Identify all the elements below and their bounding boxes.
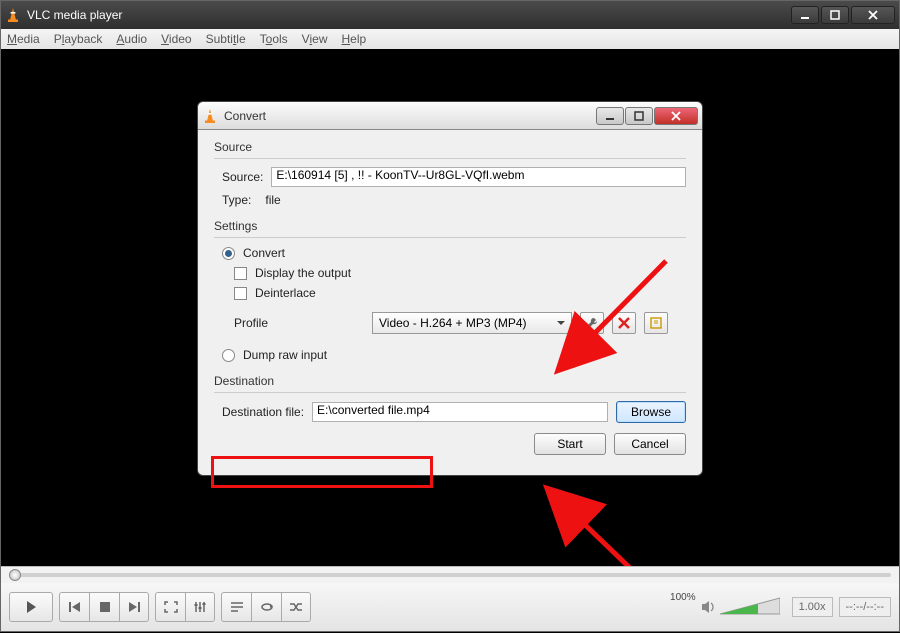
volume-percent: 100%: [670, 592, 696, 603]
play-button[interactable]: [9, 592, 53, 622]
profile-select[interactable]: Video - H.264 + MP3 (MP4): [372, 312, 572, 334]
browse-button[interactable]: Browse: [616, 401, 686, 423]
stop-button[interactable]: [89, 592, 119, 622]
playlist-icon: [230, 601, 244, 613]
source-field[interactable]: E:\160914 [5] , !! - KoonTV--Ur8GL-VQfI.…: [271, 167, 686, 187]
dialog-titlebar: Convert: [198, 102, 702, 130]
settings-group-label: Settings: [214, 219, 686, 233]
skip-forward-icon: [127, 601, 141, 613]
playback-bar: 100% 1.00x --:--/--:--: [1, 566, 899, 631]
dump-raw-label: Dump raw input: [243, 348, 327, 362]
shuffle-button[interactable]: [281, 592, 311, 622]
source-label: Source:: [222, 170, 263, 184]
convert-dialog: Convert Source Source: E:\160914 [5] , !…: [197, 101, 703, 476]
main-titlebar: VLC media player: [1, 1, 899, 29]
menu-help[interactable]: Help: [341, 32, 366, 46]
menu-subtitle[interactable]: Subtitle: [206, 32, 246, 46]
playback-speed[interactable]: 1.00x: [792, 597, 833, 617]
volume-slider[interactable]: [720, 596, 780, 618]
speaker-icon: [700, 599, 716, 615]
profile-edit-button[interactable]: [580, 312, 604, 334]
profile-delete-button[interactable]: [612, 312, 636, 334]
playlist-button[interactable]: [221, 592, 251, 622]
deinterlace-label: Deinterlace: [255, 286, 316, 300]
dialog-maximize-button[interactable]: [625, 107, 653, 125]
menu-video[interactable]: Video: [161, 32, 191, 46]
dialog-close-button[interactable]: [654, 107, 698, 125]
equalizer-icon: [193, 601, 207, 613]
time-display: --:--/--:--: [839, 597, 891, 617]
menu-audio[interactable]: Audio: [116, 32, 147, 46]
shuffle-icon: [289, 601, 303, 613]
skip-back-icon: [68, 601, 82, 613]
profile-select-value: Video - H.264 + MP3 (MP4): [379, 316, 527, 330]
menu-playback[interactable]: Playback: [54, 32, 103, 46]
main-title: VLC media player: [27, 8, 122, 22]
menubar: Media Playback Audio Video Subtitle Tool…: [1, 29, 899, 49]
dialog-minimize-button[interactable]: [596, 107, 624, 125]
seek-thumb[interactable]: [9, 569, 21, 581]
x-icon: [618, 317, 630, 329]
main-maximize-button[interactable]: [821, 6, 849, 24]
next-button[interactable]: [119, 592, 149, 622]
loop-button[interactable]: [251, 592, 281, 622]
menu-media[interactable]: Media: [7, 32, 40, 46]
new-profile-icon: [649, 316, 663, 330]
display-output-label: Display the output: [255, 266, 351, 280]
extended-settings-button[interactable]: [185, 592, 215, 622]
main-close-button[interactable]: [851, 6, 895, 24]
menu-view[interactable]: View: [302, 32, 328, 46]
main-minimize-button[interactable]: [791, 6, 819, 24]
destination-label: Destination file:: [222, 405, 304, 419]
type-value: file: [265, 193, 280, 207]
convert-radio[interactable]: [222, 247, 235, 260]
profile-new-button[interactable]: [644, 312, 668, 334]
dialog-title: Convert: [224, 109, 266, 123]
previous-button[interactable]: [59, 592, 89, 622]
wrench-icon: [585, 316, 599, 330]
dump-raw-radio[interactable]: [222, 349, 235, 362]
vlc-cone-icon: [202, 108, 218, 124]
start-button[interactable]: Start: [534, 433, 606, 455]
vlc-cone-icon: [5, 7, 21, 23]
destination-field[interactable]: E:\converted file.mp4: [312, 402, 608, 422]
menu-tools[interactable]: Tools: [260, 32, 288, 46]
loop-icon: [260, 601, 274, 613]
fullscreen-button[interactable]: [155, 592, 185, 622]
display-output-checkbox[interactable]: [234, 267, 247, 280]
source-group-label: Source: [214, 140, 686, 154]
convert-radio-label: Convert: [243, 246, 285, 260]
deinterlace-checkbox[interactable]: [234, 287, 247, 300]
stop-icon: [99, 601, 111, 613]
type-label: Type:: [222, 193, 251, 207]
fullscreen-icon: [164, 601, 178, 613]
profile-label: Profile: [234, 316, 364, 330]
play-icon: [24, 600, 38, 614]
destination-group-label: Destination: [214, 374, 686, 388]
seek-bar[interactable]: [1, 567, 899, 583]
cancel-button[interactable]: Cancel: [614, 433, 686, 455]
